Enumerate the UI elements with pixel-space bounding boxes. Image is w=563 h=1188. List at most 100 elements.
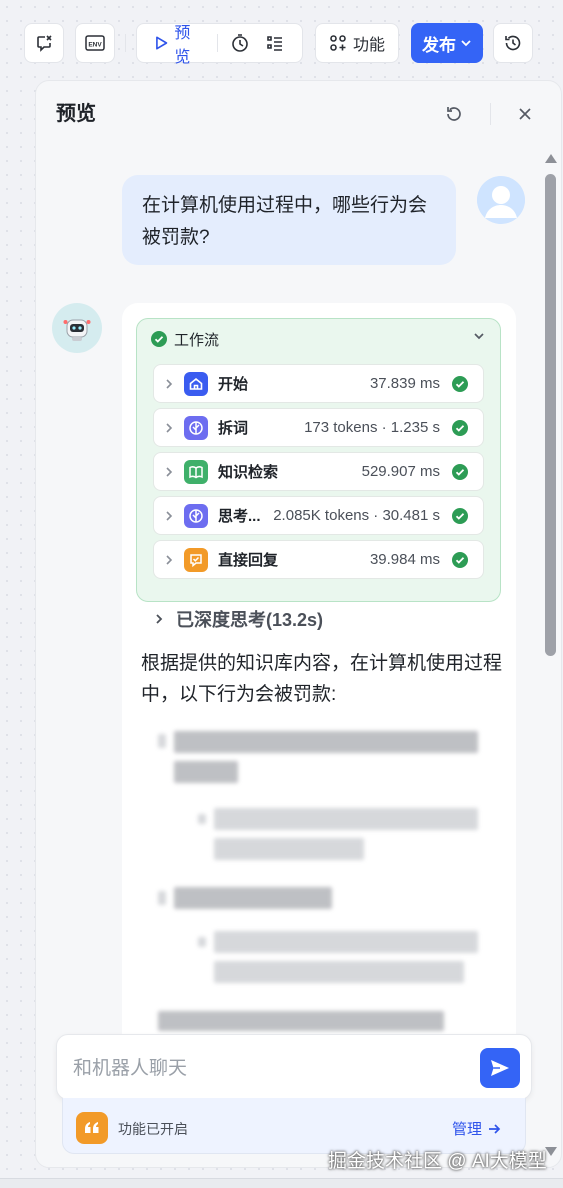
deep-think-toggle[interactable]: 已深度思考(13.2s) [154, 606, 323, 632]
history-button[interactable] [493, 23, 533, 63]
redacted-text [174, 887, 332, 909]
chevron-down-icon[interactable] [472, 329, 486, 343]
chat-input[interactable] [73, 1055, 453, 1083]
panel-title: 预览 [56, 103, 96, 125]
user-message: 在计算机使用过程中，哪些行为会被罚款? [122, 175, 456, 265]
preview-button-label: 预览 [174, 25, 191, 66]
redacted-bullet [198, 814, 206, 824]
user-avatar [477, 176, 525, 224]
chevron-right-icon [154, 510, 184, 522]
timer-icon [232, 34, 248, 52]
redacted-text [214, 961, 464, 983]
feature-status-label: 功能已开启 [118, 1121, 188, 1137]
clear-context-button[interactable] [24, 23, 64, 63]
redacted-bullet [198, 937, 206, 947]
step-name: 直接回复 [218, 552, 279, 569]
step-meta: 37.839 ms [369, 375, 440, 392]
checklist-icon [267, 36, 282, 51]
chevron-right-icon [154, 422, 184, 434]
workflow-step-think[interactable]: 思考... 2.085K tokens · 30.481 s [153, 496, 484, 535]
chat-input-box [56, 1034, 532, 1100]
preview-group: 预览 [136, 23, 303, 66]
env-button[interactable]: ENV [75, 23, 115, 63]
redacted-bullet [158, 891, 166, 905]
watermark: 掘金技术社区 @ AI大模型 [328, 1151, 547, 1172]
header-divider [490, 103, 491, 125]
home-icon [184, 371, 208, 396]
workflow-step-start[interactable]: 开始 37.839 ms [153, 364, 484, 403]
quote-icon [76, 1112, 108, 1144]
user-avatar-icon [477, 176, 525, 224]
workflow-title: 工作流 [174, 331, 220, 349]
redacted-text [174, 731, 478, 753]
bot-avatar [52, 303, 102, 353]
redacted-text [214, 931, 478, 953]
history-icon [505, 35, 521, 51]
check-circle-icon [151, 331, 167, 347]
redacted-bullet [158, 734, 166, 748]
panel-header: 预览 [36, 81, 561, 143]
publish-button[interactable]: 发布 [411, 23, 483, 63]
split-icon [184, 415, 208, 440]
redacted-text [174, 761, 238, 783]
play-icon [156, 36, 168, 50]
scrollbar-thumb[interactable] [545, 174, 556, 656]
step-meta: 529.907 ms [361, 463, 440, 480]
env-icon-label: ENV [88, 42, 102, 49]
step-name: 拆词 [218, 420, 249, 437]
step-name: 思考... [218, 508, 261, 525]
workflow-step-reply[interactable]: 直接回复 39.984 ms [153, 540, 484, 579]
chevron-right-icon [156, 614, 163, 624]
robot-icon [63, 319, 91, 341]
env-icon: ENV [85, 35, 105, 51]
reply-icon [184, 547, 208, 572]
workflow-panel: 工作流 开始 37.839 ms 拆词 173 tokens · 1.235 s… [136, 318, 501, 602]
close-button[interactable] [514, 103, 536, 125]
chevron-right-icon [154, 554, 184, 566]
toolbar: ENV 预览 功能 发布 [24, 22, 545, 66]
redacted-text [214, 838, 364, 860]
bottom-strip [0, 1178, 563, 1188]
redacted-text [214, 808, 478, 830]
check-circle-icon [452, 507, 468, 524]
preview-panel: 预览 在计算机使用过程中，哪些行为会被罚款? 工作流 开始 37.839 ms [35, 80, 562, 1168]
manage-link-label: 管理 [451, 1121, 482, 1138]
step-meta: 173 tokens · 1.235 s [304, 419, 440, 436]
deep-think-label: 已深度思考(13.2s) [176, 610, 324, 630]
check-circle-icon [452, 419, 468, 436]
step-name: 开始 [218, 376, 249, 393]
step-meta: 2.085K tokens · 30.481 s [273, 507, 440, 524]
reset-button[interactable] [443, 103, 465, 125]
feature-button-label: 功能 [352, 37, 385, 54]
workflow-step-knowledge[interactable]: 知识检索 529.907 ms [153, 452, 484, 491]
chevron-right-icon [154, 378, 184, 390]
publish-button-label: 发布 [422, 35, 456, 55]
send-icon [491, 1060, 509, 1076]
step-name: 知识检索 [218, 464, 279, 481]
close-icon [519, 108, 531, 120]
scroll-up-arrow[interactable] [545, 154, 557, 163]
timer-button[interactable] [222, 24, 258, 62]
check-circle-icon [452, 551, 468, 568]
send-button[interactable] [480, 1048, 520, 1088]
feature-button[interactable]: 功能 [315, 23, 399, 63]
grid-icon [330, 35, 346, 51]
workflow-header[interactable]: 工作流 [151, 329, 486, 349]
chevron-down-icon [461, 40, 471, 47]
check-circle-icon [452, 375, 468, 392]
arrow-right-icon [489, 1123, 501, 1134]
check-circle-icon [452, 463, 468, 480]
redacted-text [158, 1011, 444, 1031]
answer-intro: 根据提供的知识库内容，在计算机使用过程中，以下行为会被罚款: [141, 653, 503, 705]
think-icon [184, 503, 208, 528]
book-icon [184, 459, 208, 484]
preview-button[interactable]: 预览 [147, 24, 213, 66]
clear-context-icon [37, 35, 52, 52]
workflow-step-split[interactable]: 拆词 173 tokens · 1.235 s [153, 408, 484, 447]
chevron-right-icon [154, 466, 184, 478]
toolbar-divider [125, 34, 126, 52]
manage-link[interactable]: 管理 [452, 1118, 501, 1139]
step-meta: 39.984 ms [369, 551, 440, 568]
refresh-icon [447, 107, 461, 121]
checklist-button[interactable] [258, 24, 292, 62]
